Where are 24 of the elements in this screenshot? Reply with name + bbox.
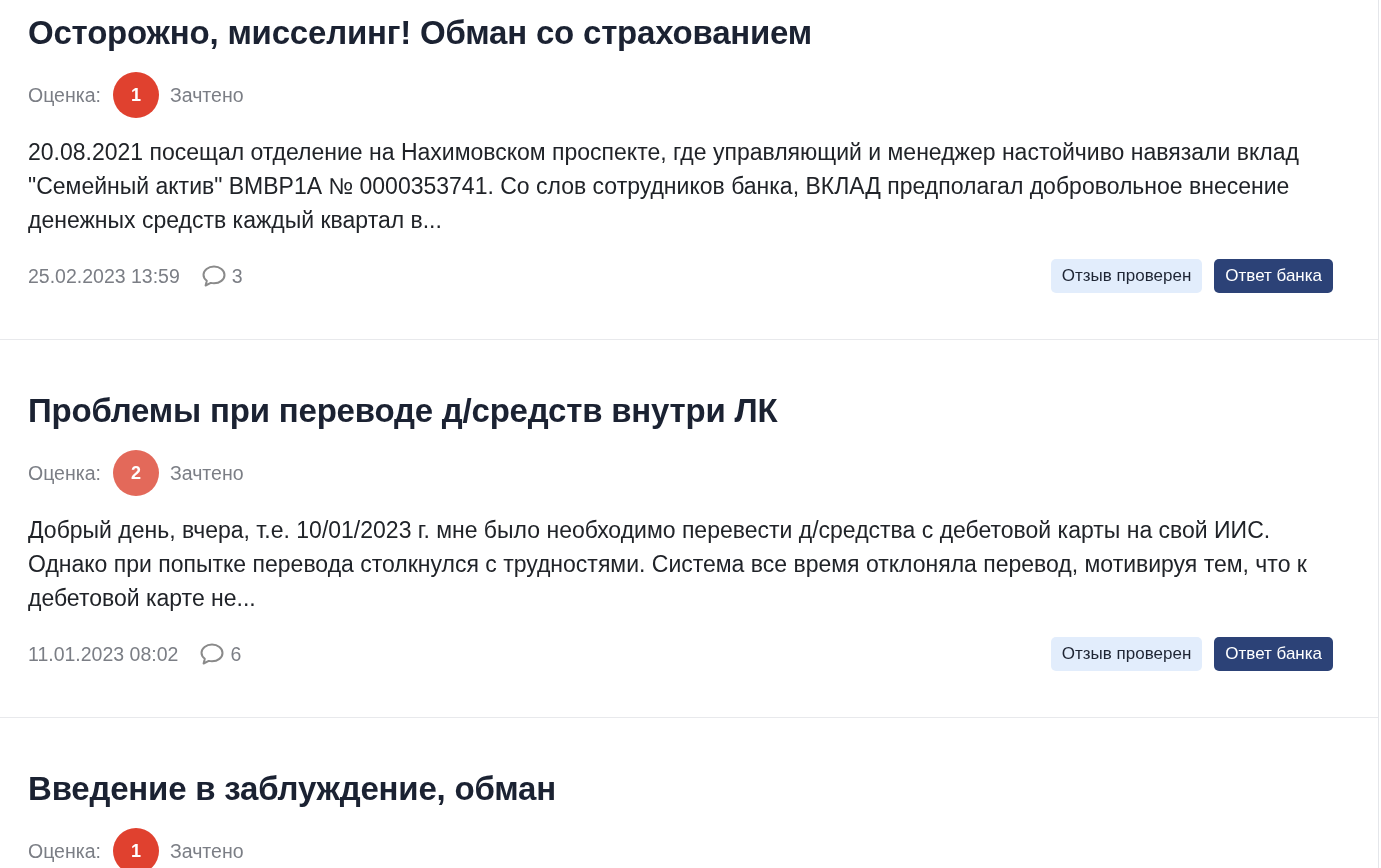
review-text: 20.08.2021 посещал отделение на Нахимовском проспекте, где управляющий и менеджер настойчиво навязали вклад "Семейный актив" ВМВР1А № 0000353741. Со слов сотрудников банка, ВКЛАД предполагал добровольное внесение денежных средств каждый квартал в... [28,138,1300,235]
grade-badge: 2 [112,450,159,496]
review-title[interactable]: Осторожно, мисселинг! Обман со страхованием [28,14,1333,52]
verified-badge: Отзыв проверен [1050,259,1203,293]
comment-count: 3 [231,264,243,288]
review-title[interactable]: Введение в заблуждение, обман [28,770,1333,808]
bank-reply-button[interactable]: Ответ банка [1214,637,1333,671]
speech-bubble-icon [201,265,226,287]
review-date: 25.02.2023 13:59 [28,264,180,288]
grade-status: Зачтено [169,461,244,485]
rating-label: Оценка: [28,461,101,485]
grade-badge: 1 [112,828,159,868]
grade-status: Зачтено [169,83,244,107]
rating-label: Оценка: [28,83,101,107]
grade-badge: 1 [112,72,159,118]
speech-bubble-icon [200,643,225,665]
verified-badge: Отзыв проверен [1050,637,1203,671]
comment-count: 6 [230,642,242,666]
rating-label: Оценка: [28,839,101,863]
bank-reply-button[interactable]: Ответ банка [1214,259,1333,293]
grade-status: Зачтено [169,839,244,863]
review-date: 11.01.2023 08:02 [28,642,179,666]
review-text: Добрый день, вчера, т.е. 10/01/2023 г. мне было необходимо перевести д/средства с дебетовой карты на свой ИИС. Однако при попытке перевода столкнулся с трудностями. Система все время отклоняла перевод, мотивируя тем, что к дебетовой карте не... [28,516,1308,613]
review-title[interactable]: Проблемы при переводе д/средств внутри ЛК [28,392,1333,430]
